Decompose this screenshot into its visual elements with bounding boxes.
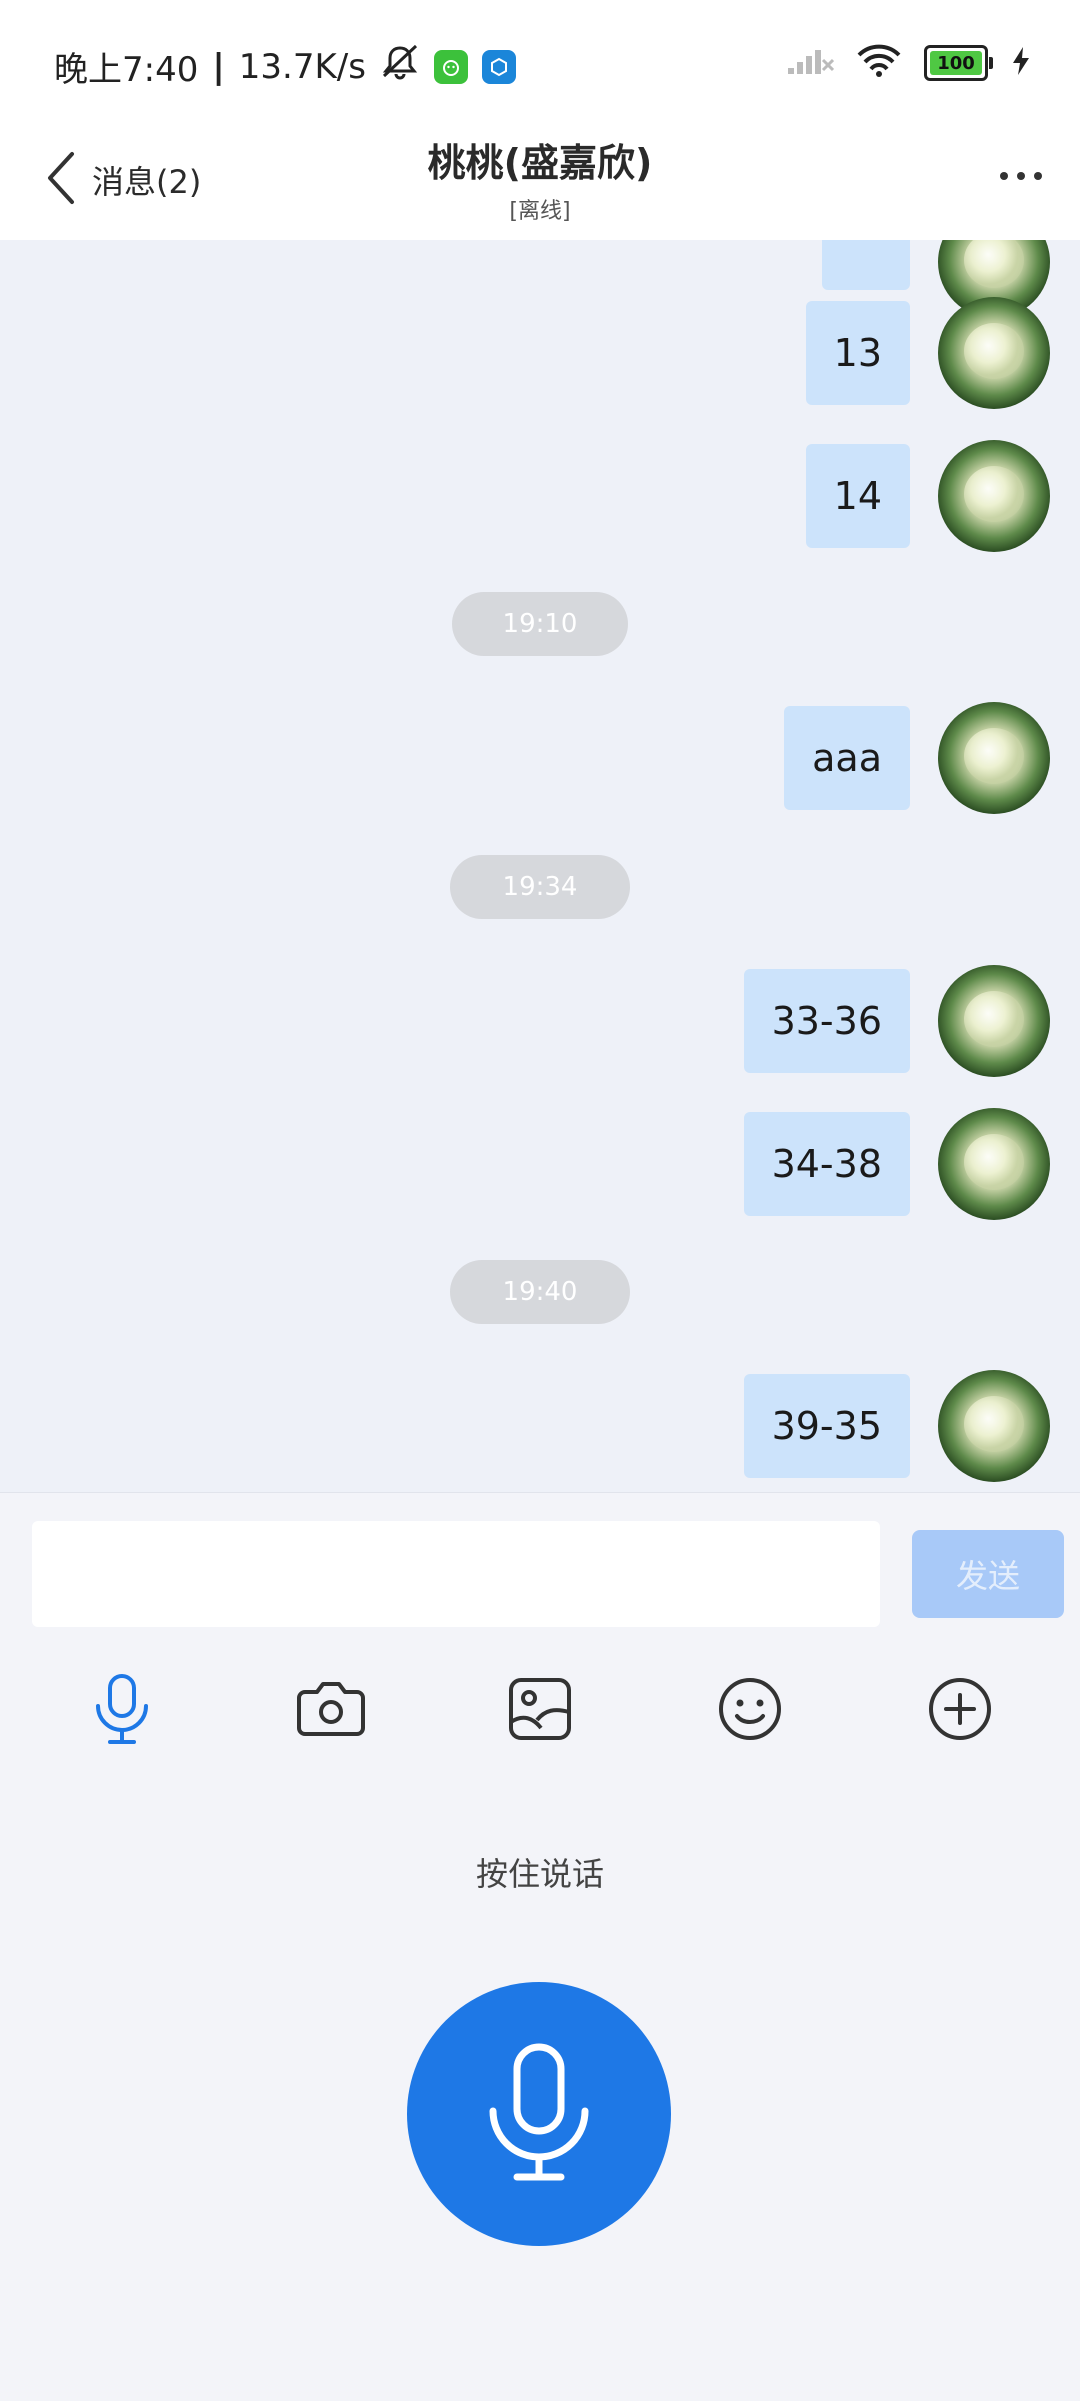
plus-circle-icon bbox=[927, 1676, 993, 1746]
status-right: 100 bbox=[786, 44, 1032, 82]
dot-icon bbox=[1000, 172, 1008, 180]
online-status: [离线] bbox=[509, 199, 571, 224]
camera-button[interactable] bbox=[291, 1671, 371, 1751]
message-bubble[interactable] bbox=[822, 240, 910, 290]
avatar[interactable] bbox=[938, 1108, 1050, 1220]
message-row: 34-38 bbox=[743, 1108, 1080, 1220]
message-bubble[interactable]: 14 bbox=[805, 444, 910, 548]
message-row: 13 bbox=[805, 297, 1080, 409]
timestamp-pill: 19:10 bbox=[452, 592, 628, 656]
avatar[interactable] bbox=[938, 440, 1050, 552]
signal-icon bbox=[786, 46, 835, 80]
status-separator: | bbox=[212, 46, 225, 87]
chat-header: 消息(2) 桃桃(盛嘉欣) [离线] bbox=[0, 130, 1080, 241]
composer: 发送 按住说话 bbox=[0, 1492, 1080, 2401]
toolbar bbox=[0, 1671, 1080, 1771]
avatar[interactable] bbox=[938, 1370, 1050, 1482]
message-input[interactable] bbox=[32, 1521, 880, 1627]
microphone-icon bbox=[90, 1672, 154, 1750]
hold-to-talk-label: 按住说话 bbox=[475, 1855, 604, 1893]
emoji-icon bbox=[717, 1676, 783, 1746]
record-voice-button[interactable] bbox=[407, 1982, 671, 2246]
dot-icon bbox=[1017, 172, 1025, 180]
emoji-button[interactable] bbox=[710, 1671, 790, 1751]
avatar[interactable] bbox=[938, 297, 1050, 409]
message-bubble[interactable]: aaa bbox=[784, 706, 910, 810]
more-options-button[interactable] bbox=[1000, 172, 1042, 180]
charging-icon bbox=[1010, 45, 1032, 81]
page-title: 桃桃(盛嘉欣) bbox=[427, 141, 653, 185]
message-list[interactable]: 13 14 19:10 aaa 19:34 33-36 34-38 19:40 … bbox=[0, 240, 1080, 1492]
wifi-icon bbox=[856, 44, 902, 82]
status-left: 晚上7:40 | 13.7K/s bbox=[54, 42, 516, 91]
more-tools-button[interactable] bbox=[920, 1671, 1000, 1751]
message-bubble[interactable]: 13 bbox=[805, 301, 910, 405]
message-bubble[interactable]: 33-36 bbox=[743, 969, 910, 1073]
status-time: 晚上7:40 bbox=[54, 50, 199, 90]
status-bar: 晚上7:40 | 13.7K/s 100 bbox=[0, 0, 1080, 130]
message-row: 33-36 bbox=[743, 965, 1080, 1077]
camera-icon bbox=[295, 1678, 367, 1744]
timestamp-pill: 19:40 bbox=[450, 1260, 630, 1324]
title-block: 桃桃(盛嘉欣) [离线] bbox=[0, 130, 1080, 225]
battery-nub bbox=[989, 57, 993, 69]
microphone-icon bbox=[483, 2041, 595, 2187]
mute-bell-icon bbox=[380, 44, 420, 89]
battery-icon: 100 bbox=[924, 45, 993, 81]
send-button[interactable]: 发送 bbox=[912, 1530, 1064, 1618]
dot-icon bbox=[1034, 172, 1042, 180]
app-green-icon bbox=[433, 49, 468, 84]
app-blue-icon bbox=[481, 49, 516, 84]
status-speed: 13.7K/s bbox=[238, 46, 366, 87]
message-row: aaa bbox=[784, 702, 1080, 814]
message-bubble[interactable]: 34-38 bbox=[743, 1112, 910, 1216]
message-row: 14 bbox=[805, 440, 1080, 552]
timestamp-pill: 19:34 bbox=[450, 855, 630, 919]
image-icon bbox=[507, 1676, 573, 1746]
avatar[interactable] bbox=[938, 702, 1050, 814]
album-button[interactable] bbox=[500, 1671, 580, 1751]
battery-level: 100 bbox=[937, 52, 975, 74]
message-bubble[interactable]: 39-35 bbox=[743, 1374, 910, 1478]
avatar[interactable] bbox=[938, 965, 1050, 1077]
message-row: 39-35 bbox=[743, 1370, 1080, 1482]
voice-button[interactable] bbox=[82, 1671, 162, 1751]
